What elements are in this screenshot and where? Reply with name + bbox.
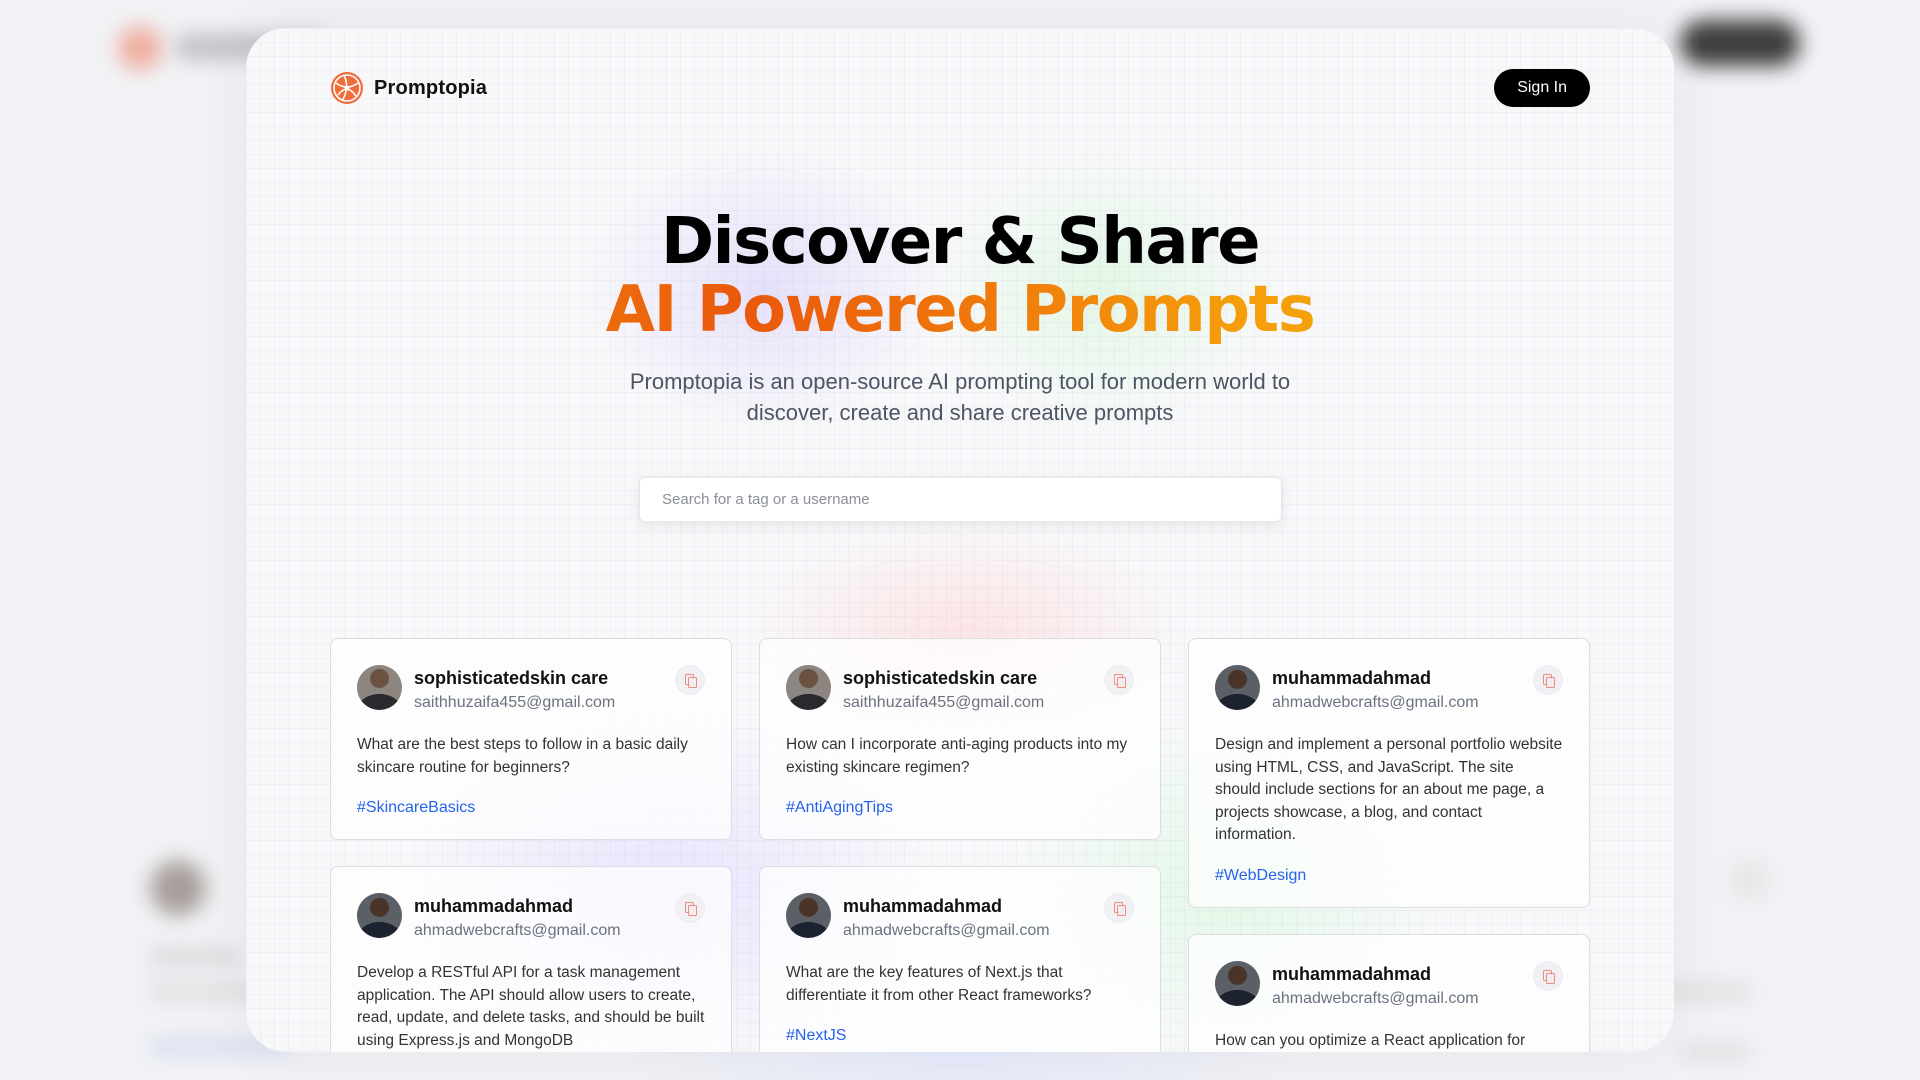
copy-icon: [1543, 674, 1555, 688]
copy-button[interactable]: [675, 665, 705, 695]
copy-button[interactable]: [1533, 960, 1563, 991]
backdrop-text-blur: [1680, 1045, 1750, 1059]
prompt-card[interactable]: sophisticatedskin care saithhuzaifa455@g…: [330, 638, 732, 840]
card-header: muhammadahmad ahmadwebcrafts@gmail.com: [1215, 960, 1563, 1010]
logo-icon: [331, 72, 363, 104]
copy-button[interactable]: [1533, 665, 1563, 695]
user-info: muhammadahmad ahmadwebcrafts@gmail.com: [414, 893, 663, 942]
card-header: muhammadahmad ahmadwebcrafts@gmail.com: [357, 893, 705, 942]
backdrop-logo-blur: [118, 26, 162, 70]
hero-section: Discover & Share AI Powered Prompts Prom…: [246, 208, 1674, 428]
prompt-tag[interactable]: #AntiAgingTips: [786, 797, 1134, 819]
username[interactable]: muhammadahmad: [843, 895, 1092, 917]
copy-button[interactable]: [1104, 665, 1134, 695]
copy-icon: [1543, 969, 1555, 984]
prompt-text: What are the key features of Next.js tha…: [786, 964, 1092, 1004]
username[interactable]: muhammadahmad: [1272, 667, 1521, 689]
prompt-text: Develop a RESTful API for a task managem…: [357, 964, 705, 1049]
card-header: muhammadahmad ahmadwebcrafts@gmail.com: [1215, 665, 1563, 714]
brand-link[interactable]: Promptopia: [330, 71, 487, 105]
feed-column-3: muhammadahmad ahmadwebcrafts@gmail.com D…: [1188, 638, 1590, 1052]
prompt-card[interactable]: muhammadahmad ahmadwebcrafts@gmail.com H…: [1188, 933, 1590, 1052]
copy-icon: [1114, 902, 1126, 916]
user-email: ahmadwebcrafts@gmail.com: [843, 922, 1050, 939]
feed-column-1: sophisticatedskin care saithhuzaifa455@g…: [330, 638, 732, 1052]
avatar[interactable]: [786, 893, 831, 938]
app-window: Promptopia Sign In Discover & Share AI P…: [246, 28, 1674, 1052]
copy-icon: [685, 674, 697, 688]
search-form: [639, 477, 1282, 522]
hero-title: Discover & Share: [661, 205, 1260, 279]
user-email: saithhuzaifa455@gmail.com: [414, 694, 616, 711]
top-nav: Promptopia Sign In: [330, 43, 1590, 133]
prompt-card[interactable]: muhammadahmad ahmadwebcrafts@gmail.com W…: [759, 866, 1161, 1052]
user-email: ahmadwebcrafts@gmail.com: [1272, 989, 1479, 1007]
prompt-card[interactable]: muhammadahmad ahmadwebcrafts@gmail.com D…: [330, 866, 732, 1052]
user-email: ahmadwebcrafts@gmail.com: [1272, 694, 1479, 711]
avatar[interactable]: [1215, 960, 1260, 1006]
backdrop-button-blur: [1680, 20, 1800, 66]
hero-title-highlight: AI Powered Prompts: [246, 276, 1674, 344]
avatar[interactable]: [786, 665, 831, 710]
user-info: sophisticatedskin care saithhuzaifa455@g…: [414, 665, 663, 714]
avatar[interactable]: [1215, 665, 1260, 710]
username[interactable]: muhammadahmad: [414, 895, 663, 917]
prompt-tag[interactable]: #SkincareBasics: [357, 797, 705, 819]
card-header: sophisticatedskin care saithhuzaifa455@g…: [786, 665, 1134, 714]
brand-name: Promptopia: [374, 76, 488, 99]
copy-button[interactable]: [1104, 893, 1134, 923]
prompt-text: What are the best steps to follow in a b…: [357, 736, 688, 776]
copy-button[interactable]: [675, 893, 705, 923]
user-info: muhammadahmad ahmadwebcrafts@gmail.com: [1272, 665, 1521, 714]
user-email: ahmadwebcrafts@gmail.com: [414, 922, 621, 939]
prompt-card[interactable]: sophisticatedskin care saithhuzaifa455@g…: [759, 638, 1161, 840]
prompt-text: How can you optimize a React application…: [1215, 1031, 1526, 1049]
sign-in-button[interactable]: Sign In: [1494, 69, 1590, 107]
backdrop-avatar-blur: [150, 860, 206, 916]
backdrop-icon-blur: [1730, 860, 1770, 900]
prompt-tag[interactable]: #NextJS: [786, 1025, 1134, 1047]
user-info: sophisticatedskin care saithhuzaifa455@g…: [843, 665, 1092, 714]
avatar[interactable]: [357, 893, 402, 938]
search-input[interactable]: [639, 477, 1282, 522]
user-email: saithhuzaifa455@gmail.com: [843, 694, 1045, 711]
username[interactable]: sophisticatedskin care: [843, 667, 1092, 689]
card-header: muhammadahmad ahmadwebcrafts@gmail.com: [786, 893, 1134, 942]
prompt-card[interactable]: muhammadahmad ahmadwebcrafts@gmail.com D…: [1188, 638, 1590, 908]
prompt-text: Design and implement a personal portfoli…: [1215, 736, 1563, 843]
copy-icon: [685, 902, 697, 916]
username[interactable]: sophisticatedskin care: [414, 667, 663, 689]
feed-column-2: sophisticatedskin care saithhuzaifa455@g…: [759, 638, 1161, 1052]
copy-icon: [1114, 674, 1126, 688]
user-info: muhammadahmad ahmadwebcrafts@gmail.com: [843, 893, 1092, 942]
prompt-text: How can I incorporate anti-aging product…: [786, 736, 1128, 776]
hero-subtitle: Promptopia is an open-source AI promptin…: [629, 369, 1291, 425]
backdrop-text-blur: [150, 950, 240, 964]
username[interactable]: muhammadahmad: [1272, 963, 1521, 985]
card-header: sophisticatedskin care saithhuzaifa455@g…: [357, 665, 705, 714]
avatar[interactable]: [357, 665, 402, 710]
user-info: muhammadahmad ahmadwebcrafts@gmail.com: [1272, 961, 1521, 1010]
prompt-tag[interactable]: #WebDesign: [1215, 865, 1563, 887]
